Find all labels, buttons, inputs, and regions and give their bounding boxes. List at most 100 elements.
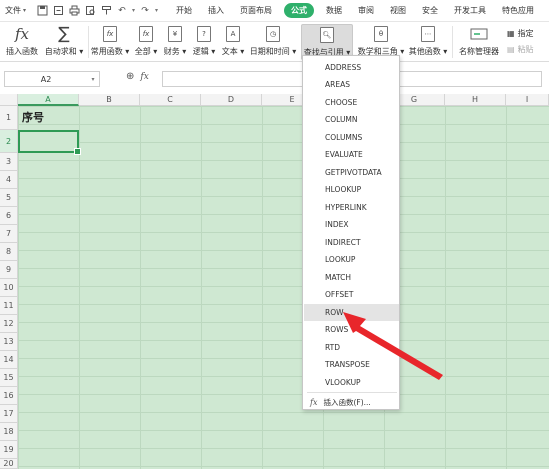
more-icon: ⋯	[421, 24, 435, 44]
menu-item-hlookup[interactable]: HLOOKUP	[304, 181, 399, 198]
row-header-1[interactable]: 1	[0, 106, 18, 130]
row-header-9[interactable]: 9	[0, 261, 18, 279]
question-icon: ?	[197, 24, 211, 44]
active-cell-a2[interactable]	[18, 130, 81, 155]
spreadsheet-grid: A B C D E F G H I 1 2 3 4 5 6 7 8 9 10 1…	[0, 94, 549, 469]
fx-star-icon: fx	[103, 24, 117, 44]
menu-item-getpivotdata[interactable]: GETPIVOTDATA	[304, 164, 399, 181]
print-preview-icon[interactable]	[84, 5, 96, 17]
export-icon[interactable]	[52, 5, 64, 17]
row-header-7[interactable]: 7	[0, 225, 18, 243]
menu-home[interactable]: 开始	[168, 0, 200, 22]
menu-item-rtd[interactable]: RTD	[304, 339, 399, 356]
row-header-11[interactable]: 11	[0, 297, 18, 315]
column-header-d[interactable]: D	[201, 94, 262, 106]
formula-tools: ⊕ fx	[126, 71, 149, 82]
other-functions-button[interactable]: ⋯ 其他函数 ▾	[409, 24, 447, 60]
select-all-corner[interactable]	[0, 94, 18, 106]
row-header-18[interactable]: 18	[0, 423, 18, 441]
menu-item-row[interactable]: ROW	[304, 304, 399, 321]
menu-formulas[interactable]: 公式	[284, 0, 315, 22]
format-painter-icon[interactable]	[100, 5, 112, 17]
logical-button[interactable]: ? 逻辑 ▾	[192, 24, 216, 60]
chevron-down-icon[interactable]: ▾	[132, 7, 135, 14]
menu-item-transpose[interactable]: TRANSPOSE	[304, 356, 399, 373]
text-button[interactable]: A 文本 ▾	[221, 24, 245, 60]
clock-icon: ◷	[266, 24, 280, 44]
name-manager-button[interactable]: 名称管理器	[456, 24, 502, 60]
column-header-i[interactable]: I	[506, 94, 549, 106]
cell-area[interactable]	[18, 106, 549, 469]
menu-item-choose[interactable]: CHOOSE	[304, 94, 399, 111]
financial-button[interactable]: ¥ 财务 ▾	[163, 24, 187, 60]
row-header-13[interactable]: 13	[0, 333, 18, 351]
menu-review[interactable]: 审阅	[350, 0, 382, 22]
all-functions-button[interactable]: fx 全部 ▾	[134, 24, 158, 60]
row-header-15[interactable]: 15	[0, 369, 18, 387]
menu-item-insert-function[interactable]: fx 插入函数(F)...	[304, 393, 399, 411]
paste-name-button[interactable]: ▤ 粘贴	[507, 44, 534, 55]
menu-item-vlookup[interactable]: VLOOKUP	[304, 374, 399, 391]
formula-ribbon: fx 插入函数 ∑ 自动求和 ▾ fx 常用函数 ▾ fx 全部 ▾ ¥ 财务 …	[0, 22, 549, 62]
common-functions-button[interactable]: fx 常用函数 ▾	[90, 24, 130, 60]
save-icon[interactable]	[36, 5, 48, 17]
menu-item-rows[interactable]: ROWS	[304, 321, 399, 338]
row-header-16[interactable]: 16	[0, 387, 18, 405]
datetime-button[interactable]: ◷ 日期和时间 ▾	[250, 24, 296, 60]
name-tag-icon	[470, 24, 488, 44]
menu-item-column[interactable]: COLUMN	[304, 111, 399, 128]
menu-page-layout[interactable]: 页面布局	[232, 0, 280, 22]
file-menu-label: 文件	[5, 6, 21, 15]
fx-icon: fx	[14, 25, 29, 43]
fx-icon: fx	[139, 24, 153, 44]
row-header-3[interactable]: 3	[0, 153, 18, 171]
row-header-2[interactable]: 2	[0, 130, 18, 153]
row-header-14[interactable]: 14	[0, 351, 18, 369]
sigma-icon: ∑	[58, 24, 70, 44]
menu-item-index[interactable]: INDEX	[304, 216, 399, 233]
row-header-19[interactable]: 19	[0, 441, 18, 459]
menu-security[interactable]: 安全	[414, 0, 446, 22]
menu-item-match[interactable]: MATCH	[304, 269, 399, 286]
ribbon-divider	[452, 26, 453, 58]
column-header-c[interactable]: C	[140, 94, 201, 106]
lookup-reference-dropdown: ADDRESS AREAS CHOOSE COLUMN COLUMNS EVAL…	[302, 55, 400, 410]
fx-icon[interactable]: fx	[140, 72, 148, 82]
file-menu[interactable]: 文件 ▾	[0, 0, 30, 22]
chevron-down-icon[interactable]: ▾	[87, 76, 99, 83]
menu-item-lookup[interactable]: LOOKUP	[304, 251, 399, 268]
column-header-a[interactable]: A	[18, 94, 79, 106]
menu-item-evaluate[interactable]: EVALUATE	[304, 146, 399, 163]
row-header-10[interactable]: 10	[0, 279, 18, 297]
define-name-button[interactable]: ▦ 指定	[507, 28, 534, 39]
cell-a1[interactable]: 序号	[22, 109, 44, 125]
zoom-icon[interactable]: ⊕	[126, 71, 134, 82]
menu-insert[interactable]: 插入	[200, 0, 232, 22]
menu-item-hyperlink[interactable]: HYPERLINK	[304, 199, 399, 216]
menu-item-columns[interactable]: COLUMNS	[304, 129, 399, 146]
undo-icon[interactable]: ↶	[116, 5, 128, 17]
column-header-b[interactable]: B	[79, 94, 140, 106]
row-header-12[interactable]: 12	[0, 315, 18, 333]
chevron-down-icon[interactable]: ▾	[155, 7, 158, 14]
menu-developer[interactable]: 开发工具	[446, 0, 494, 22]
print-icon[interactable]	[68, 5, 80, 17]
row-header-6[interactable]: 6	[0, 207, 18, 225]
menu-item-indirect[interactable]: INDIRECT	[304, 234, 399, 251]
redo-icon[interactable]: ↷	[139, 5, 151, 17]
row-header-17[interactable]: 17	[0, 405, 18, 423]
menu-item-address[interactable]: ADDRESS	[304, 59, 399, 76]
column-header-h[interactable]: H	[445, 94, 506, 106]
insert-function-button[interactable]: fx 插入函数	[4, 24, 40, 60]
menu-data[interactable]: 数据	[318, 0, 350, 22]
row-header-8[interactable]: 8	[0, 243, 18, 261]
menu-view[interactable]: 视图	[382, 0, 414, 22]
menu-item-areas[interactable]: AREAS	[304, 76, 399, 93]
row-header-20[interactable]: 20	[0, 459, 18, 469]
menu-special[interactable]: 特色应用	[494, 0, 542, 22]
name-box[interactable]: A2 ▾	[4, 71, 100, 87]
row-header-5[interactable]: 5	[0, 189, 18, 207]
menu-item-offset[interactable]: OFFSET	[304, 286, 399, 303]
autosum-button[interactable]: ∑ 自动求和 ▾	[44, 24, 84, 60]
row-header-4[interactable]: 4	[0, 171, 18, 189]
